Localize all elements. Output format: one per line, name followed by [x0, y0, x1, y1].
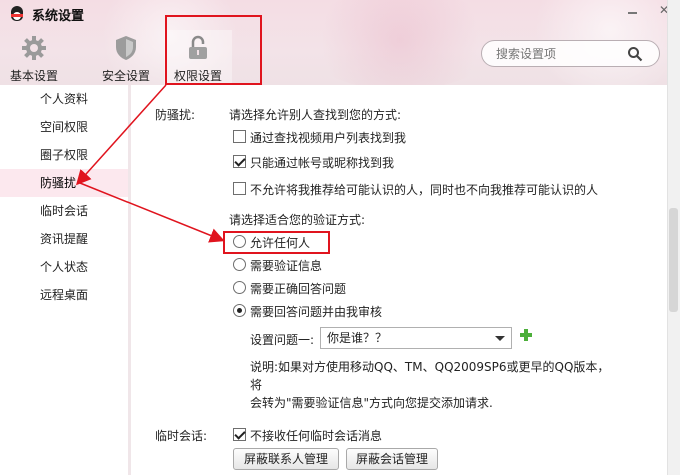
tab-basic-settings[interactable]: 基本设置 — [0, 30, 68, 84]
radio-label: 需要验证信息 — [250, 259, 323, 273]
banner-decoration — [300, 0, 500, 85]
sidebar-item-profile[interactable]: 个人资料 — [0, 85, 128, 113]
section-label-anti-harassment: 防骚扰: — [155, 108, 196, 122]
shield-icon — [112, 34, 140, 62]
scrollbar-thumb[interactable] — [669, 208, 678, 312]
tab-security-settings[interactable]: 安全设置 — [92, 30, 160, 84]
annotation-highlight-box — [165, 15, 262, 85]
question-one-select[interactable]: 你是谁？？ — [320, 327, 512, 349]
qq-penguin-icon — [8, 5, 26, 23]
search-box[interactable] — [481, 40, 660, 67]
sidebar-item-news-alerts[interactable]: 资讯提醒 — [0, 225, 128, 253]
find-method-prompt: 请选择允许别人查找到您的方式: — [229, 108, 402, 122]
note-line: 会转为"需要验证信息"方式向您提交添加请求. — [250, 396, 493, 410]
checkbox-label: 不允许将我推荐给可能认识的人，同时也不向我推荐可能认识的人 — [250, 183, 599, 197]
checkbox-label: 不接收任何临时会话消息 — [250, 429, 383, 443]
sidebar-item-anti-harassment[interactable]: 防骚扰 — [0, 169, 128, 197]
sidebar-item-temp-chat[interactable]: 临时会话 — [0, 197, 128, 225]
search-input[interactable] — [496, 46, 626, 61]
radio-label: 需要正确回答问题 — [250, 282, 347, 296]
tab-label: 安全设置 — [101, 69, 150, 83]
require-verification-radio[interactable] — [233, 258, 246, 271]
search-icon[interactable] — [627, 46, 643, 62]
question-one-value: 你是谁？？ — [327, 331, 388, 345]
verify-method-prompt: 请选择适合您的验证方式: — [229, 213, 366, 227]
block-sessions-manage-button[interactable]: 屏蔽会话管理 — [346, 448, 438, 470]
sidebar-item-personal-status[interactable]: 个人状态 — [0, 253, 128, 281]
add-question-icon[interactable] — [519, 328, 533, 342]
sidebar-item-remote-desktop[interactable]: 远程桌面 — [0, 281, 128, 309]
radio-label: 需要回答问题并由我审核 — [250, 305, 383, 319]
find-by-video-list-checkbox[interactable] — [233, 130, 246, 143]
minimize-icon — [627, 12, 637, 14]
reject-temp-chat-checkbox[interactable] — [233, 428, 246, 441]
checkbox-label: 通过查找视频用户列表找到我 — [250, 131, 407, 145]
disallow-recommend-checkbox[interactable] — [233, 182, 246, 195]
sidebar-item-circle-permission[interactable]: 圈子权限 — [0, 141, 128, 169]
question-one-label: 设置问题一: — [250, 333, 315, 347]
tab-label: 基本设置 — [9, 69, 58, 83]
title-bar: 系统设置 — [8, 4, 84, 24]
sidebar: 个人资料 空间权限 圈子权限 防骚扰 临时会话 资讯提醒 个人状态 远程桌面 — [0, 85, 128, 475]
annotation-highlight-box — [223, 231, 330, 254]
find-by-account-only-checkbox[interactable] — [233, 155, 246, 168]
checkbox-label: 只能通过帐号或昵称找到我 — [250, 156, 395, 170]
minimize-button[interactable] — [616, 0, 648, 20]
require-correct-answer-radio[interactable] — [233, 281, 246, 294]
compatibility-note: 说明:如果对方使用移动QQ、TM、QQ2009SP6或更早的QQ版本，将 会转为… — [250, 358, 610, 412]
note-line: 说明:如果对方使用移动QQ、TM、QQ2009SP6或更早的QQ版本，将 — [250, 360, 610, 392]
gear-icon — [20, 34, 48, 62]
require-answer-and-review-radio[interactable] — [233, 304, 246, 317]
sidebar-item-space-permission[interactable]: 空间权限 — [0, 113, 128, 141]
chevron-down-icon — [495, 336, 505, 341]
window-title: 系统设置 — [32, 8, 85, 24]
header-banner: 系统设置 ✕ 基本设置 安全设置 权限设置 搜索设置项 — [0, 0, 680, 85]
block-contacts-manage-button[interactable]: 屏蔽联系人管理 — [233, 448, 339, 470]
section-label-temp-chat: 临时会话: — [155, 429, 208, 443]
